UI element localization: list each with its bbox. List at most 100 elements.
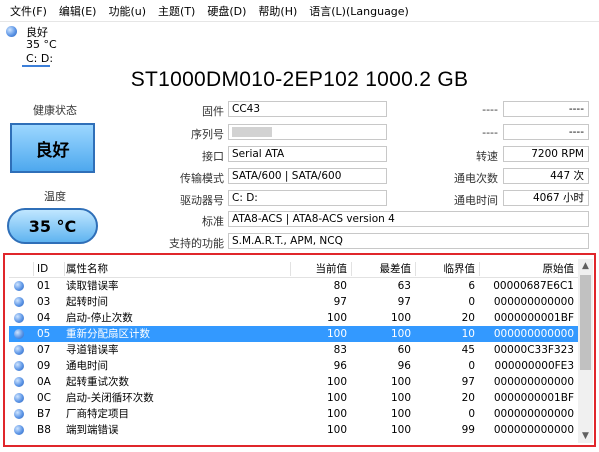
attribute-threshold: 10 <box>461 328 475 340</box>
attribute-worst: 100 <box>390 424 411 436</box>
rotation-speed-label: 转速 <box>476 150 498 163</box>
attribute-name: 起转重试次数 <box>66 376 129 388</box>
power-on-count-field: 447 次 <box>503 168 589 184</box>
menu-help[interactable]: 帮助(H) <box>252 3 303 19</box>
firmware-label: 固件 <box>202 105 224 118</box>
table-row[interactable]: 0C 启动-关闭循环次数 100 100 20 0000000001BF <box>9 390 578 406</box>
scroll-thumb[interactable] <box>580 275 591 370</box>
attribute-status-icon <box>14 361 24 371</box>
attribute-threshold: 45 <box>461 344 475 356</box>
column-header-worst[interactable]: 最差值 <box>353 261 412 277</box>
attribute-threshold: 0 <box>468 360 475 372</box>
attribute-worst: 100 <box>390 408 411 420</box>
menu-disk[interactable]: 硬盘(D) <box>201 3 252 19</box>
serial-label: 序列号 <box>191 128 224 141</box>
attribute-threshold: 20 <box>461 312 475 324</box>
column-header-current[interactable]: 当前值 <box>289 261 348 277</box>
health-status-label: 健康状态 <box>33 104 77 117</box>
attribute-raw: 000000000000 <box>493 424 574 436</box>
table-row[interactable]: 04 启动-停止次数 100 100 20 0000000001BF <box>9 310 578 326</box>
menu-theme[interactable]: 主题(T) <box>152 3 201 19</box>
serial-redacted-block <box>232 127 272 137</box>
smart-attribute-table[interactable]: ID 属性名称 当前值 最差值 临界值 原始值 01 读取错误率 80 63 6… <box>3 253 596 447</box>
blank-label-2: ---- <box>482 126 498 139</box>
attribute-status-icon <box>14 409 24 419</box>
attribute-status-icon <box>14 297 24 307</box>
attribute-id: B7 <box>37 408 51 420</box>
disk-model-title: ST1000DM010-2EP102 1000.2 GB <box>130 68 469 91</box>
attribute-current: 80 <box>333 280 347 292</box>
attribute-current: 97 <box>333 296 347 308</box>
features-label: 支持的功能 <box>169 237 224 250</box>
table-row[interactable]: 03 起转时间 97 97 0 000000000000 <box>9 294 578 310</box>
attribute-worst: 97 <box>397 296 411 308</box>
attribute-id: 04 <box>37 312 51 324</box>
attribute-status-icon <box>14 329 24 339</box>
blank-label-1: ---- <box>482 103 498 116</box>
attribute-id: 0A <box>37 376 51 388</box>
scroll-down-arrow-icon[interactable]: ▼ <box>578 429 593 443</box>
table-row[interactable]: B8 端到端错误 100 100 99 000000000000 <box>9 422 578 438</box>
attribute-worst: 63 <box>397 280 411 292</box>
standard-field: ATA8-ACS | ATA8-ACS version 4 <box>228 211 589 227</box>
attribute-threshold: 97 <box>461 376 475 388</box>
table-header: ID 属性名称 当前值 最差值 临界值 原始值 <box>9 261 578 278</box>
attribute-worst: 96 <box>397 360 411 372</box>
attribute-id: 01 <box>37 280 51 292</box>
attribute-threshold: 0 <box>468 408 475 420</box>
attribute-worst: 60 <box>397 344 411 356</box>
attribute-current: 100 <box>326 328 347 340</box>
column-divider <box>479 262 480 276</box>
attribute-status-icon <box>14 393 24 403</box>
attribute-status-icon <box>14 281 24 291</box>
column-header-name[interactable]: 属性名称 <box>66 261 296 277</box>
attribute-id: 07 <box>37 344 51 356</box>
drive-letter-field: C: D: <box>228 190 387 206</box>
column-header-raw[interactable]: 原始值 <box>479 261 575 277</box>
scroll-up-arrow-icon[interactable]: ▲ <box>578 259 593 273</box>
health-status-button[interactable]: 良好 <box>10 123 95 173</box>
column-divider <box>351 262 352 276</box>
attribute-current: 83 <box>333 344 347 356</box>
health-status-icon <box>6 26 17 37</box>
column-divider <box>415 262 416 276</box>
column-header-id[interactable]: ID <box>37 261 65 277</box>
attribute-id: 0C <box>37 392 52 404</box>
column-divider <box>290 262 291 276</box>
table-scrollbar[interactable]: ▲ ▼ <box>578 259 593 443</box>
power-on-hours-field: 4067 小时 <box>503 190 589 206</box>
table-row[interactable]: 09 通电时间 96 96 0 000000000FE3 <box>9 358 578 374</box>
attribute-id: 09 <box>37 360 51 372</box>
attribute-id: 03 <box>37 296 51 308</box>
table-row[interactable]: 0A 起转重试次数 100 100 97 000000000000 <box>9 374 578 390</box>
menu-file[interactable]: 文件(F) <box>4 3 53 19</box>
power-on-count-label: 通电次数 <box>454 172 498 185</box>
table-row[interactable]: 07 寻道错误率 83 60 45 00000C33F323 <box>9 342 578 358</box>
table-row[interactable]: 01 读取错误率 80 63 6 00000687E6C1 <box>9 278 578 294</box>
attribute-raw: 000000000FE3 <box>494 360 574 372</box>
column-header-threshold[interactable]: 临界值 <box>417 261 476 277</box>
attribute-worst: 100 <box>390 392 411 404</box>
drive-letter-text: C: D: <box>26 52 54 65</box>
attribute-current: 100 <box>326 424 347 436</box>
attribute-name: 启动-关闭循环次数 <box>66 392 154 404</box>
attribute-status-icon <box>14 313 24 323</box>
attribute-threshold: 20 <box>461 392 475 404</box>
attribute-raw: 000000000000 <box>493 376 574 388</box>
attribute-raw: 00000C33F323 <box>493 344 574 356</box>
power-on-hours-label: 通电时间 <box>454 194 498 207</box>
attribute-name: 端到端错误 <box>66 424 119 436</box>
attribute-name: 起转时间 <box>66 296 108 308</box>
attribute-threshold: 99 <box>461 424 475 436</box>
attribute-worst: 100 <box>390 376 411 388</box>
blank-field-2: ---- <box>503 124 589 140</box>
menu-edit[interactable]: 编辑(E) <box>53 3 103 19</box>
attribute-name: 寻道错误率 <box>66 344 119 356</box>
standard-label: 标准 <box>202 215 224 228</box>
temperature-button[interactable]: 35 °C <box>7 208 98 244</box>
drive-selector[interactable]: 良好 35 °C C: D: <box>0 23 599 67</box>
menu-function[interactable]: 功能(u) <box>102 3 152 19</box>
menu-language[interactable]: 语言(L)(Language) <box>303 3 415 19</box>
table-row-selected[interactable]: 05 重新分配扇区计数 100 100 10 000000000000 <box>9 326 578 342</box>
table-row[interactable]: B7 厂商特定项目 100 100 0 000000000000 <box>9 406 578 422</box>
